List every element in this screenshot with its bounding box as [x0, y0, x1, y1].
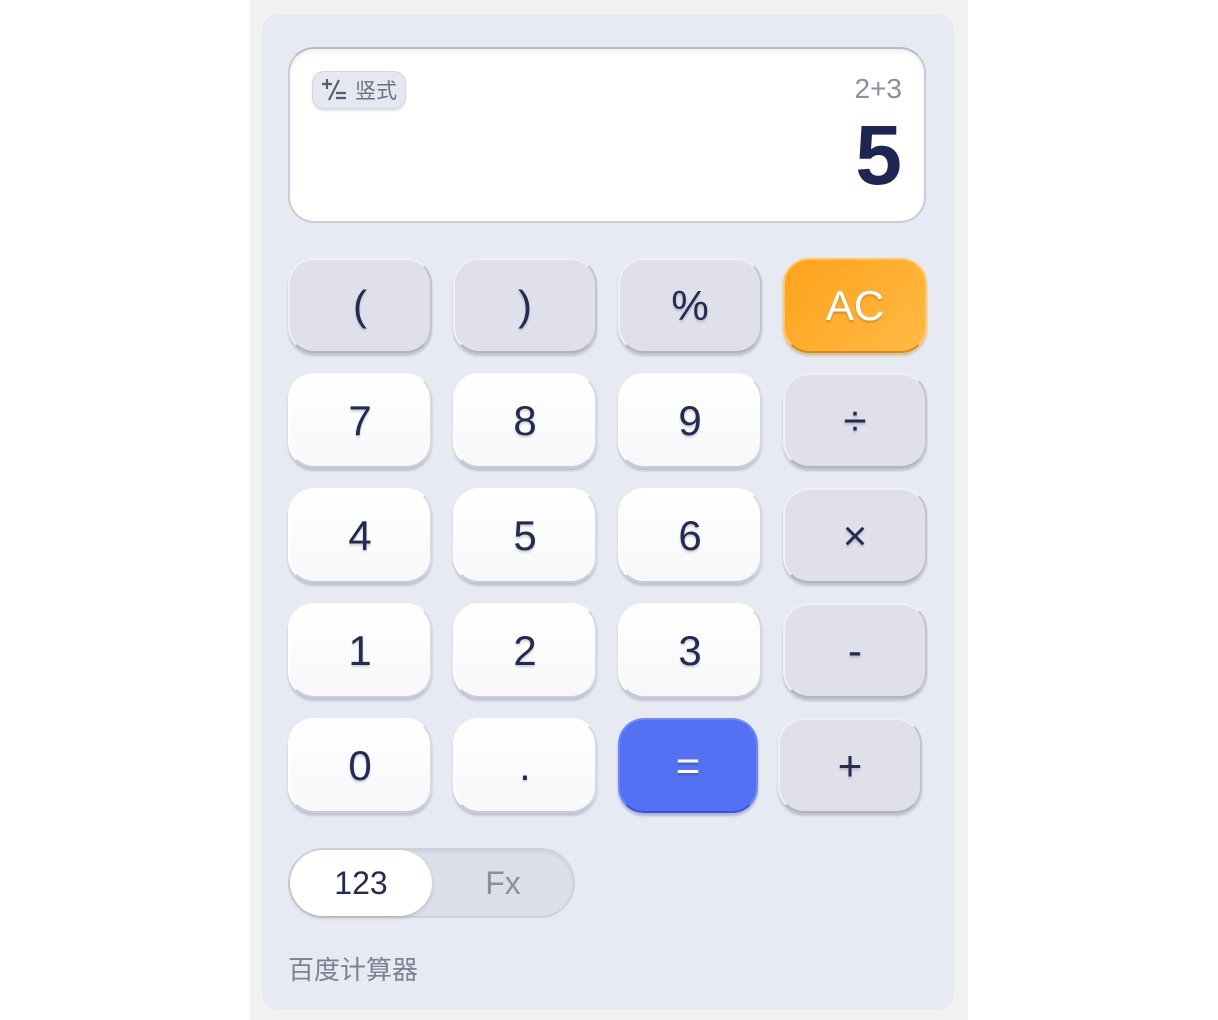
all-clear-button[interactable]: AC: [783, 258, 927, 353]
multiply-button[interactable]: ×: [783, 488, 927, 583]
digit-2-button[interactable]: 2: [453, 603, 597, 698]
digit-6-button[interactable]: 6: [618, 488, 762, 583]
calculator-display: 竖式 2+3 5: [288, 47, 926, 223]
mode-switch: 123 Fx: [288, 848, 575, 918]
digit-0-button[interactable]: 0: [288, 718, 432, 813]
brand-label: 百度计算器: [288, 955, 419, 985]
result-text: 5: [855, 108, 902, 202]
digit-4-button[interactable]: 4: [288, 488, 432, 583]
plus-minus-equals-icon: [321, 77, 347, 103]
function-mode-tab[interactable]: Fx: [432, 850, 574, 916]
basic-mode-tab[interactable]: 123: [290, 850, 432, 916]
digit-3-button[interactable]: 3: [618, 603, 762, 698]
expression-text: 2+3: [854, 73, 903, 104]
decimal-point-button[interactable]: .: [453, 718, 597, 813]
digit-1-button[interactable]: 1: [288, 603, 432, 698]
right-paren-button[interactable]: ): [453, 258, 597, 353]
minus-button[interactable]: -: [783, 603, 927, 698]
plus-button[interactable]: +: [778, 718, 922, 813]
digit-9-button[interactable]: 9: [618, 373, 762, 468]
equals-button[interactable]: =: [618, 718, 758, 813]
digit-7-button[interactable]: 7: [288, 373, 432, 468]
digit-5-button[interactable]: 5: [453, 488, 597, 583]
percent-button[interactable]: %: [618, 258, 762, 353]
divide-button[interactable]: ÷: [783, 373, 927, 468]
vertical-format-toggle[interactable]: 竖式: [312, 71, 406, 109]
digit-8-button[interactable]: 8: [453, 373, 597, 468]
vertical-format-label: 竖式: [355, 80, 397, 103]
left-paren-button[interactable]: (: [288, 258, 432, 353]
